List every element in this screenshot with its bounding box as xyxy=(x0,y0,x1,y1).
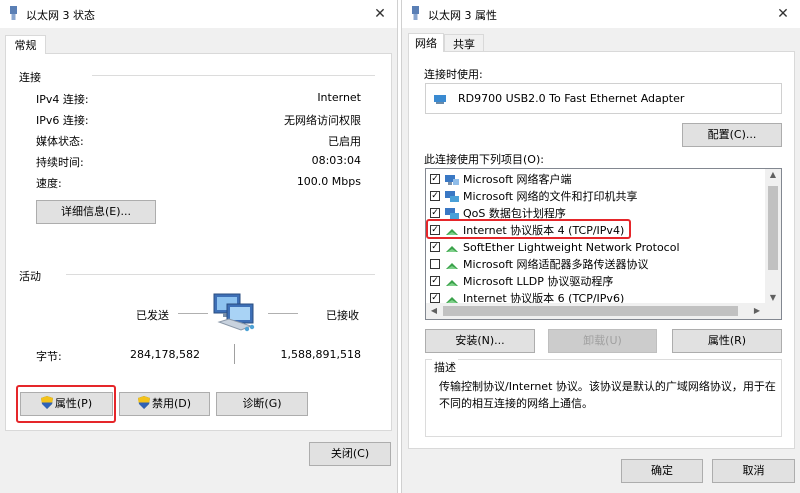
network-cable-icon xyxy=(412,6,419,20)
item-label: Microsoft 网络客户端 xyxy=(463,173,572,186)
title-bar[interactable]: 以太网 3 属性 ✕ xyxy=(402,0,800,28)
uac-shield-icon xyxy=(137,396,150,409)
uac-shield-icon xyxy=(40,396,53,409)
checkbox[interactable]: ✓ xyxy=(430,174,440,184)
properties-button[interactable]: 属性(P) xyxy=(20,392,113,416)
description-heading: 描述 xyxy=(432,359,458,375)
close-icon[interactable]: ✕ xyxy=(369,3,391,25)
bytes-divider xyxy=(234,344,235,364)
uninstall-button[interactable]: 卸载(U) xyxy=(548,329,657,353)
item-label: Internet 协议版本 4 (TCP/IPv4) xyxy=(463,224,625,237)
window-title: 以太网 3 状态 xyxy=(26,9,95,22)
network-panel: 连接时使用: RD9700 USB2.0 To Fast Ethernet Ad… xyxy=(408,51,795,449)
title-bar[interactable]: 以太网 3 状态 ✕ xyxy=(0,0,397,28)
checkbox[interactable]: ✓ xyxy=(430,208,440,218)
network-computers-icon xyxy=(213,293,255,332)
speed-value: 100.0 Mbps xyxy=(296,175,361,188)
tab-sharing[interactable]: 共享 xyxy=(444,34,484,52)
properties-button-label: 属性(P) xyxy=(54,397,93,410)
tab-general[interactable]: 常规 xyxy=(5,35,46,54)
sent-line xyxy=(178,313,208,314)
adapter-box: RD9700 USB2.0 To Fast Ethernet Adapter xyxy=(425,83,782,114)
scroll-up-icon[interactable]: ▲ xyxy=(765,170,781,179)
scroll-right-icon[interactable]: ▶ xyxy=(749,306,765,315)
item-label: QoS 数据包计划程序 xyxy=(463,207,566,220)
checkbox[interactable]: ✓ xyxy=(430,225,440,235)
service-icon xyxy=(445,208,459,219)
duration-label: 持续时间: xyxy=(36,156,84,169)
received-line xyxy=(268,313,298,314)
item-properties-button[interactable]: 属性(R) xyxy=(672,329,782,353)
install-button[interactable]: 安装(N)... xyxy=(425,329,535,353)
close-button[interactable]: 关闭(C) xyxy=(309,442,391,466)
items-label: 此连接使用下列项目(O): xyxy=(424,153,544,166)
vertical-scrollbar[interactable]: ▲ ▼ xyxy=(765,169,781,319)
protocol-icon xyxy=(446,229,458,235)
disable-button-label: 禁用(D) xyxy=(151,397,192,410)
checkbox[interactable]: ✓ xyxy=(430,242,440,252)
divider xyxy=(66,274,375,275)
checkbox[interactable]: ✓ xyxy=(430,276,440,286)
scroll-corner xyxy=(765,303,781,319)
item-label: Microsoft 网络的文件和打印机共享 xyxy=(463,190,638,203)
connection-heading: 连接 xyxy=(19,71,41,84)
description-text: 不同的相互连接的网络上通信。 xyxy=(439,397,593,410)
bytes-received-value: 1,588,891,518 xyxy=(280,348,361,361)
ipv6-label: IPv6 连接: xyxy=(36,114,89,127)
cancel-button[interactable]: 取消 xyxy=(712,459,795,483)
ipv4-label: IPv4 连接: xyxy=(36,93,89,106)
items-list[interactable]: ✓ Microsoft 网络客户端 ✓ Microsoft 网络的文件和打印机共… xyxy=(425,168,782,320)
checkbox[interactable]: ✓ xyxy=(430,293,440,303)
item-label: Microsoft 网络适配器多路传送器协议 xyxy=(463,258,649,271)
checkbox[interactable] xyxy=(430,259,440,269)
item-label: SoftEther Lightweight Network Protocol xyxy=(463,241,680,254)
tab-network[interactable]: 网络 xyxy=(408,33,444,52)
ipv6-value: 无网络访问权限 xyxy=(284,114,361,127)
divider xyxy=(92,75,375,76)
configure-button[interactable]: 配置(C)... xyxy=(682,123,782,147)
sent-label: 已发送 xyxy=(136,309,169,322)
ok-button[interactable]: 确定 xyxy=(621,459,703,483)
diagnose-button[interactable]: 诊断(G) xyxy=(216,392,308,416)
ipv4-value: Internet xyxy=(317,91,361,104)
details-button[interactable]: 详细信息(E)... xyxy=(36,200,156,224)
status-window: 以太网 3 状态 ✕ 常规 连接 IPv4 连接: Internet IPv6 … xyxy=(0,0,398,493)
connect-using-label: 连接时使用: xyxy=(424,68,483,81)
speed-label: 速度: xyxy=(36,177,62,190)
properties-window: 以太网 3 属性 ✕ 网络 共享 连接时使用: RD9700 USB2.0 To… xyxy=(401,0,800,493)
disable-button[interactable]: 禁用(D) xyxy=(119,392,210,416)
window-title: 以太网 3 属性 xyxy=(428,9,497,22)
description-group: 描述 传输控制协议/Internet 协议。该协议是默认的广域网络协议，用于在 … xyxy=(425,359,782,437)
network-cable-icon xyxy=(10,6,17,20)
bytes-sent-value: 284,178,582 xyxy=(130,348,200,361)
media-state-label: 媒体状态: xyxy=(36,135,84,148)
item-label: Microsoft LLDP 协议驱动程序 xyxy=(463,275,614,288)
adapter-name: RD9700 USB2.0 To Fast Ethernet Adapter xyxy=(458,92,685,105)
scrollbar-thumb[interactable] xyxy=(443,306,738,316)
activity-heading: 活动 xyxy=(19,270,41,283)
bytes-label: 字节: xyxy=(36,350,62,363)
protocol-icon xyxy=(446,246,458,252)
protocol-icon xyxy=(446,263,458,269)
scroll-left-icon[interactable]: ◀ xyxy=(426,306,442,315)
duration-value: 08:03:04 xyxy=(311,154,361,167)
received-label: 已接收 xyxy=(326,309,359,322)
protocol-icon xyxy=(446,280,458,286)
close-icon[interactable]: ✕ xyxy=(772,3,794,25)
media-state-value: 已启用 xyxy=(328,135,361,148)
description-text: 传输控制协议/Internet 协议。该协议是默认的广域网络协议，用于在 xyxy=(439,380,776,393)
adapter-icon xyxy=(434,95,446,104)
service-icon xyxy=(445,191,459,202)
general-panel: 连接 IPv4 连接: Internet IPv6 连接: 无网络访问权限 媒体… xyxy=(5,53,392,431)
client-icon xyxy=(445,175,459,185)
checkbox[interactable]: ✓ xyxy=(430,191,440,201)
scroll-down-icon[interactable]: ▼ xyxy=(765,293,781,302)
scrollbar-thumb[interactable] xyxy=(768,186,778,270)
horizontal-scrollbar[interactable]: ◀ ▶ xyxy=(426,303,765,319)
